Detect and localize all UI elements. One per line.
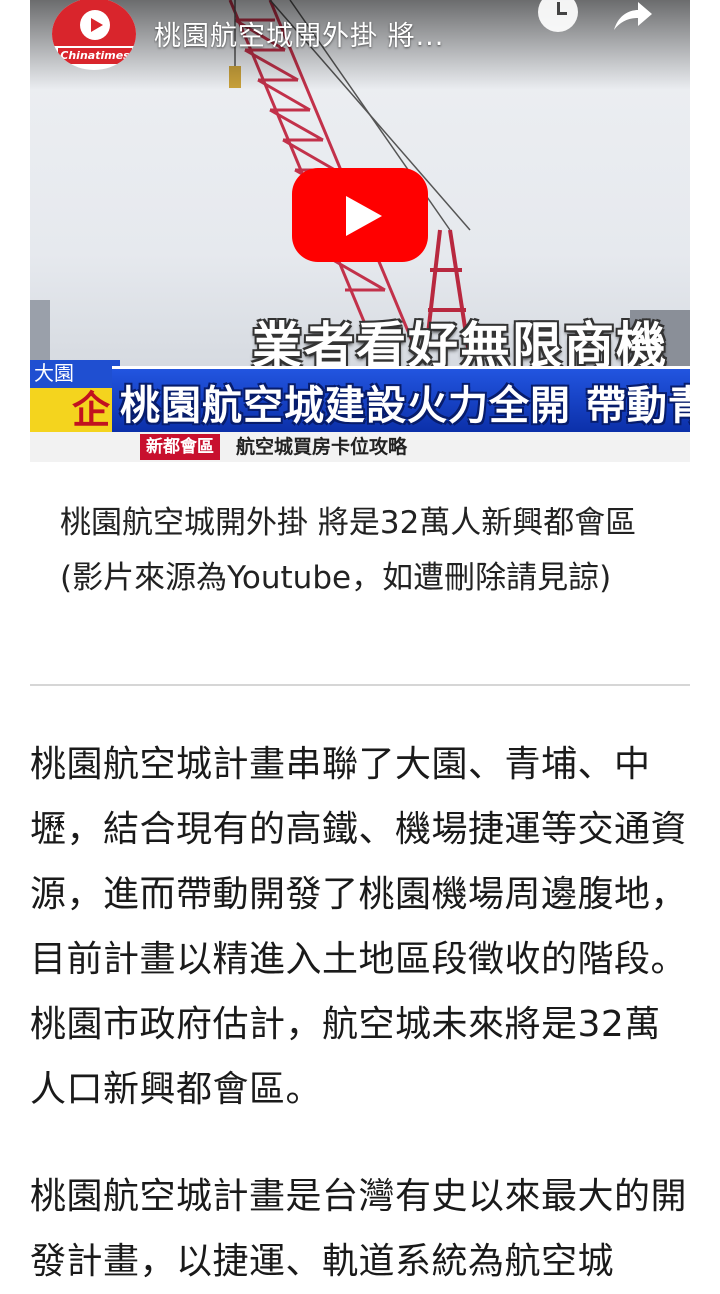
news-tag: 大園 企 bbox=[30, 360, 120, 432]
strip-text: 航空城買房卡位攻略 bbox=[236, 436, 408, 458]
strip-tag: 新都會區 bbox=[140, 434, 220, 460]
play-button[interactable] bbox=[292, 168, 428, 262]
headline-text: 桃園航空城建設火力全開 帶動青埔房市 bbox=[120, 383, 690, 429]
news-tag-main: 企 bbox=[30, 388, 116, 432]
video-title[interactable]: 桃園航空城開外掛 將... bbox=[154, 14, 534, 53]
news-tag-top: 大園 bbox=[34, 361, 74, 385]
article-paragraph: 桃園航空城計畫串聯了大園、青埔、中壢，結合現有的高鐵、機場捷運等交通資源，進而帶… bbox=[30, 744, 688, 1110]
video-player[interactable]: Chinatimes 桃園航空城開外掛 將... 業者看好無限商機 大園 企 桃… bbox=[30, 0, 690, 462]
share-icon[interactable] bbox=[610, 0, 654, 34]
headline-bar: 桃園航空城建設火力全開 帶動青埔房市 bbox=[112, 366, 690, 433]
article-paragraph: 桃園航空城計畫是台灣有史以來最大的開發計畫，以捷運、軌道系統為航空城 bbox=[30, 1176, 688, 1282]
logo-play-icon bbox=[80, 10, 110, 40]
channel-logo[interactable]: Chinatimes bbox=[52, 0, 136, 70]
divider bbox=[30, 684, 690, 686]
play-icon bbox=[346, 196, 382, 236]
logo-text: Chinatimes bbox=[58, 48, 132, 64]
lower-strip: 新都會區 航空城買房卡位攻略 bbox=[30, 432, 690, 462]
video-caption: 桃園航空城開外掛 將是32萬人新興都會區 (影片來源為Youtube，如遭刪除請… bbox=[60, 505, 637, 596]
